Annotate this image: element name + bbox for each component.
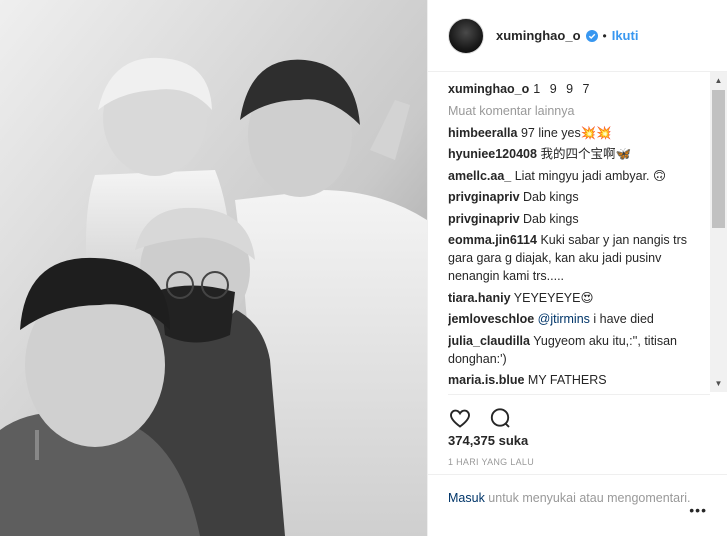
comment-item: maria.is.blue MY FATHERS bbox=[448, 371, 710, 385]
more-options-icon[interactable]: ••• bbox=[689, 502, 707, 518]
post-timestamp[interactable]: 1 HARI YANG LALU bbox=[448, 457, 534, 467]
post-photo[interactable] bbox=[0, 0, 427, 536]
caption-text: 1 9 9 7 bbox=[533, 82, 593, 96]
login-link[interactable]: Masuk bbox=[448, 491, 485, 505]
header-username[interactable]: xuminghao_o bbox=[496, 28, 581, 43]
comment-item: jemloveschloe @jtirmins i have died bbox=[448, 310, 710, 328]
scrollbar-thumb[interactable] bbox=[712, 90, 725, 228]
scroll-down-arrow-icon[interactable]: ▼ bbox=[710, 375, 727, 392]
scroll-up-arrow-icon[interactable]: ▲ bbox=[710, 72, 727, 89]
comment-text: 我的四个宝啊🦋 bbox=[540, 147, 632, 161]
comment-username[interactable]: julia_claudilla bbox=[448, 334, 530, 348]
caption: xuminghao_o 1 9 9 7 bbox=[448, 80, 710, 98]
comment-username[interactable]: privginapriv bbox=[448, 190, 520, 204]
comment-username[interactable]: maria.is.blue bbox=[448, 373, 524, 385]
profile-avatar[interactable] bbox=[448, 17, 484, 54]
comment-item: hyuniee120408 我的四个宝啊🦋 bbox=[448, 145, 710, 163]
comment-item: himbeeralla 97 line yes💥💥 bbox=[448, 124, 710, 142]
comment-username[interactable]: tiara.haniy bbox=[448, 291, 511, 305]
post-header: xuminghao_o • Ikuti bbox=[428, 0, 727, 72]
comment-username[interactable]: himbeeralla bbox=[448, 126, 517, 140]
comment-text: 97 line yes💥💥 bbox=[520, 125, 612, 140]
comment-text: Liat mingyu jadi ambyar. 🙃 bbox=[514, 168, 667, 183]
comment-username[interactable]: hyuniee120408 bbox=[448, 147, 537, 161]
comment-item: tiara.haniy YEYEYEYE😍 bbox=[448, 289, 710, 307]
verified-badge-icon bbox=[585, 29, 598, 42]
action-bar bbox=[448, 401, 710, 430]
comment-bubble-icon[interactable] bbox=[488, 406, 512, 430]
comment-item: eomma.jin6114 Kuki sabar y jan nangis tr… bbox=[448, 231, 710, 285]
comment-item: amellc.aa_ Liat mingyu jadi ambyar. 🙃 bbox=[448, 167, 710, 185]
comment-item: privginapriv Dab kings bbox=[448, 188, 710, 206]
caption-username[interactable]: xuminghao_o bbox=[448, 82, 529, 96]
login-prompt-text: untuk menyukai atau mengomentari. bbox=[484, 491, 691, 505]
separator-dot: • bbox=[602, 28, 607, 43]
heart-icon[interactable] bbox=[448, 406, 472, 430]
comment-mention-link[interactable]: @jtirmins bbox=[538, 312, 590, 326]
comment-item: julia_claudilla Yugyeom aku itu,:'', tit… bbox=[448, 332, 710, 368]
post-side-panel: xuminghao_o • Ikuti xuminghao_o 1 9 9 7 M… bbox=[427, 0, 727, 536]
comment-username[interactable]: amellc.aa_ bbox=[448, 169, 511, 183]
comment-text: Dab kings bbox=[523, 211, 579, 226]
comments-scrollbar[interactable]: ▲ ▼ bbox=[710, 72, 727, 392]
comment-text: i have died bbox=[589, 312, 654, 326]
divider bbox=[448, 394, 710, 395]
follow-button[interactable]: Ikuti bbox=[612, 28, 639, 43]
comment-username[interactable]: jemloveschloe bbox=[448, 312, 534, 326]
comment-item: privginapriv Dab kings bbox=[448, 210, 710, 228]
comment-text: MY FATHERS bbox=[527, 373, 607, 385]
comment-username[interactable]: eomma.jin6114 bbox=[448, 233, 537, 247]
load-more-comments[interactable]: Muat komentar lainnya bbox=[448, 102, 710, 120]
comments-list: xuminghao_o 1 9 9 7 Muat komentar lainnya… bbox=[448, 80, 710, 385]
instagram-post-view: xuminghao_o • Ikuti xuminghao_o 1 9 9 7 M… bbox=[0, 0, 727, 536]
comment-username[interactable]: privginapriv bbox=[448, 212, 520, 226]
comment-text: Dab kings bbox=[523, 190, 579, 204]
photo-illustration bbox=[0, 0, 427, 536]
likes-count[interactable]: 374,375 suka bbox=[448, 433, 528, 448]
login-prompt: Masuk untuk menyukai atau mengomentari. bbox=[428, 474, 727, 507]
comment-text: YEYEYEYE😍 bbox=[513, 290, 594, 305]
